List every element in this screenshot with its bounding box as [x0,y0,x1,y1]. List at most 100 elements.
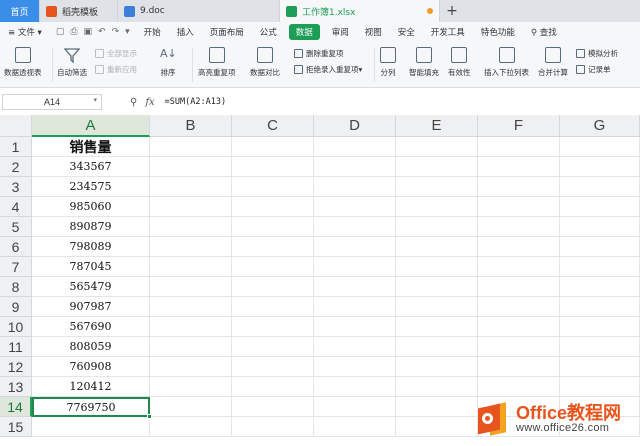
cell-a15[interactable] [32,417,150,437]
row-header-13[interactable]: 13 [0,377,32,397]
cell-g4[interactable] [560,197,640,217]
column-header-e[interactable]: E [396,115,478,137]
cell-c4[interactable] [232,197,314,217]
row-header-6[interactable]: 6 [0,237,32,257]
row-header-5[interactable]: 5 [0,217,32,237]
cell-e1[interactable] [396,137,478,157]
menu-page-layout[interactable]: 页面布局 [202,26,252,38]
save-icon[interactable]: ▢ [56,27,65,37]
cell-c8[interactable] [232,277,314,297]
row-header-3[interactable]: 3 [0,177,32,197]
cell-f10[interactable] [478,317,560,337]
cell-g6[interactable] [560,237,640,257]
cell-a2[interactable]: 343567 [32,157,150,177]
cell-d14[interactable] [314,397,396,417]
menu-review[interactable]: 审阅 [324,26,357,38]
row-header-9[interactable]: 9 [0,297,32,317]
cell-d15[interactable] [314,417,396,437]
cell-g5[interactable] [560,217,640,237]
cell-f9[interactable] [478,297,560,317]
print-icon[interactable]: ⎙ [70,27,77,37]
cell-c14[interactable] [232,397,314,417]
cell-f13[interactable] [478,377,560,397]
show-all-button[interactable]: 全部显示 [95,48,137,59]
preview-icon[interactable]: ▣ [84,27,93,37]
cell-c12[interactable] [232,357,314,377]
cell-a8[interactable]: 565479 [32,277,150,297]
cell-e11[interactable] [396,337,478,357]
simulate-analysis-button[interactable]: 模拟分析 [576,48,618,59]
cell-a12[interactable]: 760908 [32,357,150,377]
cell-a7[interactable]: 787045 [32,257,150,277]
menu-data[interactable]: 数据 [288,24,320,40]
tab-home[interactable]: 首页 [0,0,40,22]
cell-g13[interactable] [560,377,640,397]
cell-g11[interactable] [560,337,640,357]
pivot-table-button[interactable]: 数据透视表 [4,47,42,78]
cell-b3[interactable] [150,177,232,197]
row-header-8[interactable]: 8 [0,277,32,297]
cell-a10[interactable]: 567690 [32,317,150,337]
row-header-7[interactable]: 7 [0,257,32,277]
cell-e8[interactable] [396,277,478,297]
function-fx-icon[interactable]: fx [145,97,154,108]
cell-a9[interactable]: 907987 [32,297,150,317]
cell-b8[interactable] [150,277,232,297]
cell-f4[interactable] [478,197,560,217]
menu-formulas[interactable]: 公式 [252,26,285,38]
row-header-14[interactable]: 14 [0,397,32,417]
cell-b14[interactable] [150,397,232,417]
validity-button[interactable]: 有效性 [448,47,471,78]
reject-duplicates-button[interactable]: 拒绝录入重复项 ▾ [294,64,362,75]
cell-a6[interactable]: 798089 [32,237,150,257]
menu-start[interactable]: 开始 [136,26,169,38]
cell-e2[interactable] [396,157,478,177]
cell-e15[interactable] [396,417,478,437]
reapply-button[interactable]: 重新应用 [95,64,137,75]
cell-d7[interactable] [314,257,396,277]
cell-e14[interactable] [396,397,478,417]
cell-g12[interactable] [560,357,640,377]
cell-e9[interactable] [396,297,478,317]
cell-d2[interactable] [314,157,396,177]
cell-a11[interactable]: 808059 [32,337,150,357]
cell-c1[interactable] [232,137,314,157]
cell-c5[interactable] [232,217,314,237]
cell-b9[interactable] [150,297,232,317]
cell-e6[interactable] [396,237,478,257]
column-header-d[interactable]: D [314,115,396,137]
cell-b12[interactable] [150,357,232,377]
column-header-a[interactable]: A [32,115,150,137]
row-header-12[interactable]: 12 [0,357,32,377]
cell-g9[interactable] [560,297,640,317]
cell-d9[interactable] [314,297,396,317]
cell-a14[interactable]: 7769750 [32,397,152,419]
cell-c11[interactable] [232,337,314,357]
cell-d8[interactable] [314,277,396,297]
cell-f11[interactable] [478,337,560,357]
cell-d10[interactable] [314,317,396,337]
cell-f1[interactable] [478,137,560,157]
new-tab-plus-icon[interactable]: + [440,0,464,22]
merge-calc-button[interactable]: 合并计算 [538,47,568,78]
cell-b4[interactable] [150,197,232,217]
menu-security[interactable]: 安全 [390,26,423,38]
sort-button[interactable]: A↓ 排序 [160,47,177,78]
chevron-down-icon[interactable]: ▾ [93,96,97,104]
cell-e13[interactable] [396,377,478,397]
row-header-11[interactable]: 11 [0,337,32,357]
cell-g8[interactable] [560,277,640,297]
cell-g3[interactable] [560,177,640,197]
cell-f2[interactable] [478,157,560,177]
cell-d4[interactable] [314,197,396,217]
menu-developer[interactable]: 开发工具 [423,26,473,38]
cell-e12[interactable] [396,357,478,377]
name-box[interactable]: A14 ▾ [2,94,102,110]
column-header-c[interactable]: C [232,115,314,137]
cell-b1[interactable] [150,137,232,157]
cell-c9[interactable] [232,297,314,317]
menu-view[interactable]: 视图 [357,26,390,38]
cell-c2[interactable] [232,157,314,177]
cell-c3[interactable] [232,177,314,197]
autofilter-button[interactable]: 自动筛选 [57,47,87,78]
